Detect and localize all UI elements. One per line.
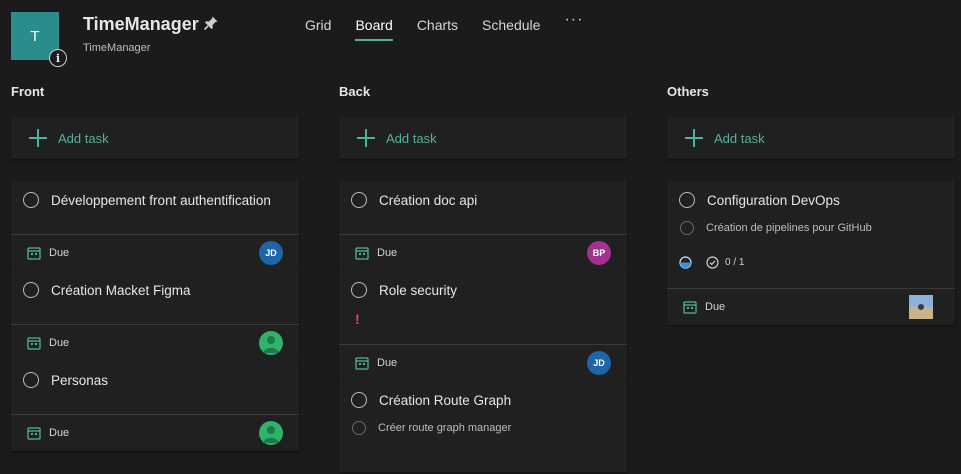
complete-task-radio[interactable] (351, 192, 367, 208)
pin-icon[interactable] (203, 15, 219, 31)
tab-charts[interactable]: Charts (417, 17, 458, 41)
avatar-photo-icon (263, 336, 279, 353)
bucket-others: Others Add task Configuration DevOps Cré… (667, 84, 955, 325)
task-title: Création Route Graph (379, 392, 512, 408)
avatar[interactable]: JD (259, 241, 283, 265)
task-card[interactable]: Configuration DevOps Création de pipelin… (667, 181, 955, 325)
view-tabs: Grid Board Charts Schedule ··· (305, 11, 583, 41)
subtask-radio[interactable] (680, 221, 694, 235)
avatar-photo-icon (909, 295, 933, 319)
complete-task-radio[interactable] (351, 282, 367, 298)
avatar[interactable] (259, 331, 283, 355)
due-label: Due (49, 247, 70, 259)
subtask-title: Créer route graph manager (378, 422, 512, 434)
app-header: T i TimeManager TimeManager Grid Board C… (0, 0, 961, 70)
subtask-title: Création de pipelines pour GitHub (706, 222, 872, 234)
task-title: Création Macket Figma (51, 282, 191, 298)
add-task-label: Add task (714, 130, 765, 146)
tab-schedule[interactable]: Schedule (482, 17, 540, 41)
calendar-icon (27, 337, 41, 350)
due-label: Due (377, 247, 398, 259)
complete-task-radio[interactable] (23, 282, 39, 298)
avatar-photo-icon (263, 426, 279, 443)
bucket-title: Back (339, 84, 371, 99)
bucket-back: Back Add task Création doc api Due BP Ro… (339, 84, 627, 472)
tab-board[interactable]: Board (355, 17, 394, 41)
complete-task-radio[interactable] (23, 192, 39, 208)
complete-task-radio[interactable] (23, 372, 39, 388)
subtask-radio[interactable] (352, 421, 366, 435)
avatar[interactable]: BP (587, 241, 611, 265)
avatar[interactable] (909, 295, 933, 319)
info-icon[interactable]: i (49, 49, 67, 67)
add-task-button[interactable]: Add task (339, 117, 627, 159)
app-title: TimeManager (83, 14, 199, 34)
due-label: Due (49, 427, 70, 439)
bucket-title: Front (11, 84, 45, 99)
checklist-count: 0 / 1 (725, 257, 745, 268)
calendar-icon (27, 427, 41, 440)
tab-grid[interactable]: Grid (305, 17, 331, 41)
task-title: Role security (379, 282, 458, 298)
task-card[interactable]: Création doc api Due BP (339, 181, 627, 271)
calendar-icon (355, 247, 369, 260)
due-label: Due (49, 337, 70, 349)
complete-task-radio[interactable] (679, 192, 695, 208)
app-subtitle: TimeManager (83, 42, 151, 54)
complete-task-radio[interactable] (351, 392, 367, 408)
task-card[interactable]: Création Route Graph Créer route graph m… (339, 381, 627, 472)
add-task-label: Add task (58, 130, 109, 146)
plus-icon (685, 129, 703, 147)
task-card[interactable]: Développement front authentification Due… (11, 181, 299, 271)
more-options-icon[interactable]: ··· (564, 11, 583, 35)
app-tile-letter: T (30, 27, 40, 45)
calendar-icon (355, 357, 369, 370)
plus-icon (29, 129, 47, 147)
plus-icon (357, 129, 375, 147)
calendar-icon (27, 247, 41, 260)
task-title: Personas (51, 372, 109, 388)
task-title: Création doc api (379, 192, 478, 208)
calendar-icon (683, 301, 697, 314)
bucket-title: Others (667, 84, 709, 99)
checklist-icon (706, 256, 719, 269)
task-title: Développement front authentification (51, 192, 271, 208)
add-task-button[interactable]: Add task (11, 117, 299, 159)
add-task-button[interactable]: Add task (667, 117, 955, 159)
avatar[interactable] (259, 421, 283, 445)
task-card[interactable]: Role security ! Due JD (339, 271, 627, 381)
task-card[interactable]: Création Macket Figma Due (11, 271, 299, 361)
due-label: Due (377, 357, 398, 369)
add-task-label: Add task (386, 130, 437, 146)
priority-urgent-icon: ! (355, 311, 360, 327)
bucket-front: Front Add task Développement front authe… (11, 84, 299, 451)
avatar[interactable]: JD (587, 351, 611, 375)
progress-half-icon (679, 256, 692, 269)
due-label: Due (705, 301, 726, 313)
task-title: Configuration DevOps (707, 192, 840, 208)
task-card[interactable]: Personas Due (11, 361, 299, 451)
